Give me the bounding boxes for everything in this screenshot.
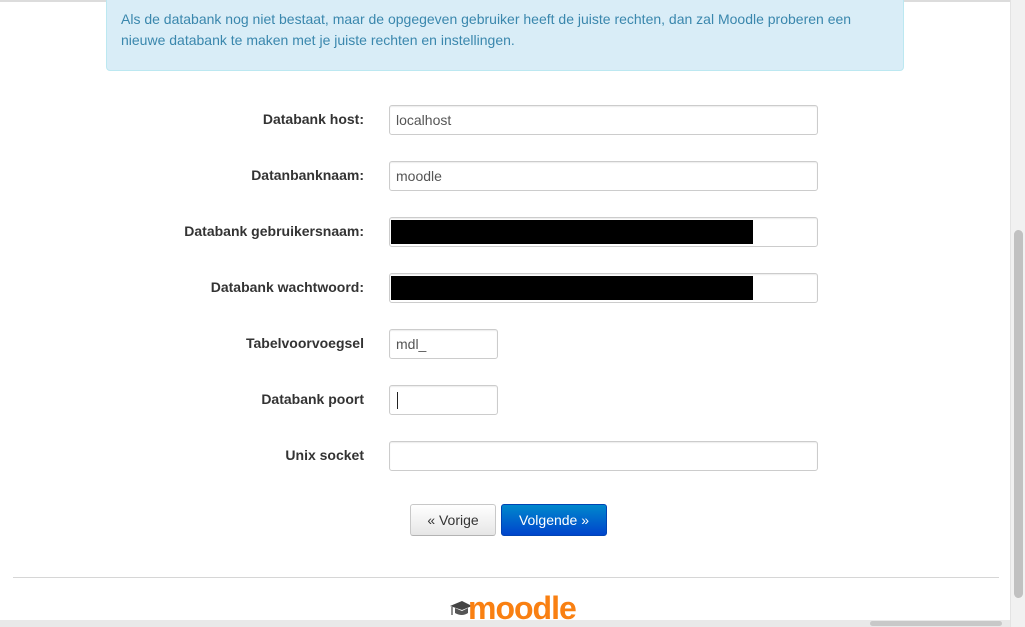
moodle-logo[interactable]: moodle	[450, 588, 577, 624]
table-prefix-input[interactable]	[389, 329, 498, 359]
row-table-prefix: Tabelvoorvoegsel	[0, 329, 1010, 359]
row-unix-socket: Unix socket	[0, 441, 1010, 471]
next-button[interactable]: Volgende »	[501, 504, 607, 536]
db-password-label: Databank wachtwoord:	[210, 279, 364, 295]
text-caret	[397, 392, 398, 409]
row-db-password: Databank wachtwoord:	[0, 273, 1010, 303]
unix-socket-input[interactable]	[389, 441, 818, 471]
database-notice: Als de databank nog niet bestaat, maar d…	[106, 0, 904, 71]
db-user-label: Databank gebruikersnaam:	[184, 223, 364, 239]
previous-button[interactable]: « Vorige	[410, 504, 496, 536]
db-password-input[interactable]	[389, 273, 818, 303]
row-db-port: Databank poort	[0, 385, 1010, 415]
db-name-label: Datanbanknaam:	[251, 167, 364, 183]
installer-page: Als de databank nog niet bestaat, maar d…	[0, 0, 1010, 624]
redaction-bar	[391, 276, 753, 300]
unix-socket-label: Unix socket	[285, 447, 364, 463]
redaction-bar	[391, 220, 753, 244]
horizontal-scrollbar[interactable]	[0, 620, 1010, 627]
db-name-input[interactable]	[389, 161, 818, 191]
row-db-host: Databank host:	[0, 105, 1010, 135]
row-db-user: Databank gebruikersnaam:	[0, 217, 1010, 247]
vertical-scrollbar[interactable]	[1010, 0, 1025, 627]
vertical-scroll-thumb[interactable]	[1014, 230, 1023, 598]
db-port-label: Databank poort	[261, 391, 364, 407]
db-port-input[interactable]	[389, 385, 498, 415]
table-prefix-label: Tabelvoorvoegsel	[245, 335, 364, 351]
notice-text: Als de databank nog niet bestaat, maar d…	[121, 11, 852, 48]
db-user-input[interactable]	[389, 217, 818, 247]
footer-divider	[13, 577, 999, 578]
db-host-label: Databank host:	[262, 111, 364, 127]
horizontal-scroll-thumb[interactable]	[870, 621, 1002, 626]
row-db-name: Datanbanknaam:	[0, 161, 1010, 191]
db-host-input[interactable]	[389, 105, 818, 135]
